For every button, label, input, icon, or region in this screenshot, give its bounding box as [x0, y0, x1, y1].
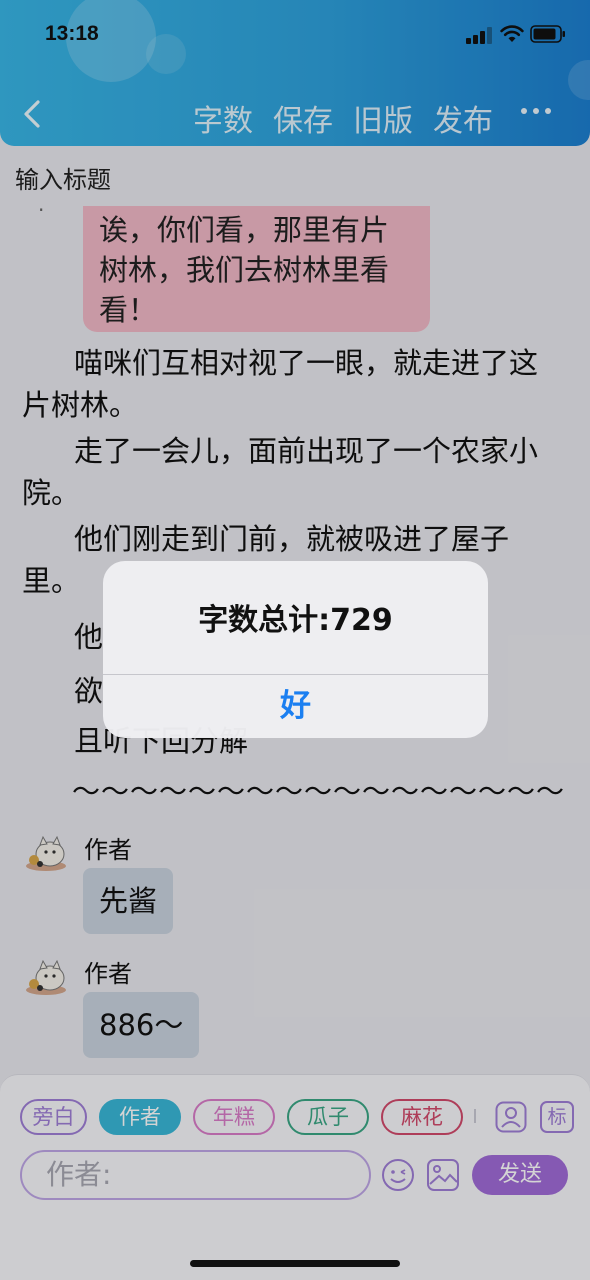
home-indicator[interactable] — [190, 1260, 400, 1267]
alert-title: 字数总计:729 — [198, 603, 393, 638]
word-count-alert: 字数总计:729 好 — [103, 561, 488, 738]
alert-ok-button[interactable]: 好 — [103, 675, 488, 738]
